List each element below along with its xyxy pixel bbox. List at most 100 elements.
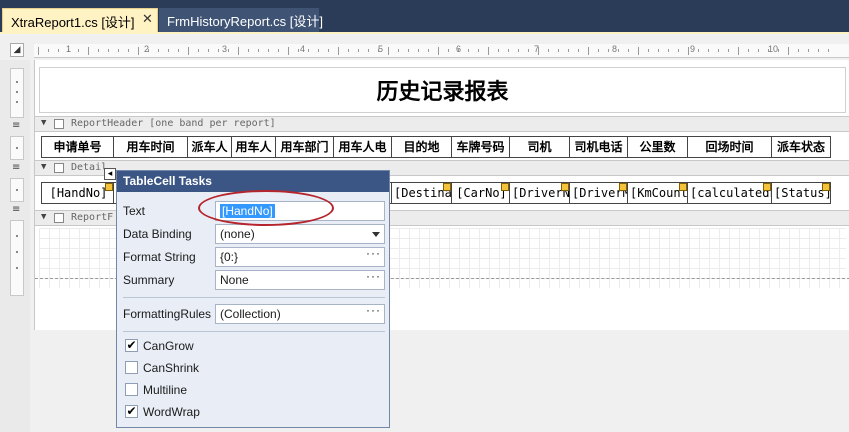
collapse-chevron-icon[interactable]: ▼ <box>41 212 46 222</box>
ruler-tick <box>708 49 709 52</box>
ruler-tick <box>508 49 509 52</box>
header-cell[interactable]: 目的地 <box>391 136 451 158</box>
smart-tag-icon[interactable] <box>763 183 771 191</box>
ruler-tick <box>208 49 209 52</box>
ruler-tick <box>518 49 519 52</box>
report-title-area[interactable]: 历史记录报表 <box>39 67 846 113</box>
ellipsis-icon[interactable]: ··· <box>366 271 381 283</box>
ruler-number: 7 <box>534 44 540 54</box>
collapse-chevron-icon[interactable]: ▼ <box>41 162 46 172</box>
ruler-tick <box>198 49 199 52</box>
detail-cell[interactable]: [CarNo] <box>451 182 509 204</box>
band-collapse-icon[interactable]: ≡ <box>12 163 22 173</box>
detail-cell[interactable]: [HandNo] <box>41 182 113 204</box>
detail-cell[interactable]: [Destina <box>391 182 451 204</box>
header-cell[interactable]: 回场时间 <box>687 136 771 158</box>
smart-tag-icon[interactable] <box>105 183 113 191</box>
header-cell[interactable]: 司机电话 <box>569 136 627 158</box>
ruler-tick <box>788 47 789 55</box>
header-cell[interactable]: 公里数 <box>627 136 687 158</box>
header-cell[interactable]: 用车时间 <box>113 136 187 158</box>
horizontal-ruler: 1 2 3 4 5 6 7 8 9 10 <box>34 44 849 58</box>
close-icon[interactable]: ✕ <box>142 11 153 27</box>
formatting-rules-label: FormattingRules <box>123 307 212 321</box>
detail-cell[interactable]: [calculatedF <box>687 182 771 204</box>
report-title[interactable]: 历史记录报表 <box>40 74 845 106</box>
formatting-rules-field[interactable]: (Collection) ··· <box>215 304 385 324</box>
checkbox-box[interactable] <box>125 383 138 396</box>
ruler-tick <box>418 49 419 52</box>
header-cell[interactable]: 用车人 <box>231 136 275 158</box>
ruler-tick <box>168 49 169 52</box>
summary-field[interactable]: None ··· <box>215 270 385 290</box>
ellipsis-icon[interactable]: ··· <box>366 248 381 260</box>
band-icon <box>54 119 64 129</box>
checkbox-label: CanGrow <box>143 339 194 353</box>
detail-cell[interactable]: [DriverM <box>569 182 627 204</box>
ruler-tick <box>38 47 39 55</box>
ruler-tick <box>448 49 449 52</box>
smart-tag-icon[interactable] <box>561 183 569 191</box>
data-binding-dropdown[interactable]: (none) <box>215 224 385 244</box>
band-collapse-icon[interactable]: ≡ <box>12 121 22 131</box>
vruler-title <box>10 68 24 118</box>
ruler-tick <box>138 47 139 55</box>
ruler-tick <box>308 49 309 52</box>
checkbox-box[interactable] <box>125 361 138 374</box>
ruler-tick <box>428 49 429 52</box>
detail-cell-text: [calculatedF <box>690 186 771 200</box>
header-cell[interactable]: 司机 <box>509 136 569 158</box>
ruler-tick <box>608 49 609 52</box>
smart-tag-icon[interactable] <box>679 183 687 191</box>
panel-separator <box>123 297 385 298</box>
ruler-tick <box>128 49 129 52</box>
ruler-corner-button[interactable]: ◢ <box>10 43 24 57</box>
document-tab-strip: XtraReport1.cs [设计] ✕ FrmHistoryReport.c… <box>0 0 849 34</box>
band-report-header[interactable]: ▼ ReportHeader [one band per report] <box>35 116 849 132</box>
header-cell[interactable]: 用车部门 <box>275 136 333 158</box>
ruler-number: 2 <box>144 44 150 54</box>
ruler-number: 9 <box>690 44 696 54</box>
tab-xtrareport1[interactable]: XtraReport1.cs [设计] ✕ <box>2 8 158 32</box>
ruler-tick <box>338 47 339 55</box>
header-cell[interactable]: 派车人 <box>187 136 231 158</box>
ruler-tick <box>408 49 409 52</box>
smart-tag-collapse-icon[interactable]: ◂ <box>104 168 116 180</box>
detail-cell[interactable]: [Status] <box>771 182 831 204</box>
detail-cell[interactable]: [DriverN <box>509 182 569 204</box>
vertical-ruler-gutter: ≡ ≡ ≡ <box>0 60 30 432</box>
smart-tag-icon[interactable] <box>619 183 627 191</box>
ruler-tick <box>498 49 499 52</box>
ruler-tick <box>78 49 79 52</box>
header-cell[interactable]: 申请单号 <box>41 136 113 158</box>
header-cell[interactable]: 派车状态 <box>771 136 831 158</box>
header-cell[interactable]: 用车人电 <box>333 136 391 158</box>
band-collapse-icon[interactable]: ≡ <box>12 205 22 215</box>
ruler-tick <box>178 49 179 52</box>
collapse-chevron-icon[interactable]: ▼ <box>41 118 46 128</box>
smart-tag-icon[interactable] <box>822 183 830 191</box>
smart-tag-icon[interactable] <box>501 183 509 191</box>
band-icon <box>54 213 64 223</box>
format-string-field[interactable]: {0:} ··· <box>215 247 385 267</box>
ruler-tick <box>258 49 259 52</box>
ellipsis-icon[interactable]: ··· <box>366 305 381 317</box>
detail-cell-text: [HandNo] <box>49 186 108 200</box>
ruler-tick <box>358 49 359 52</box>
ruler-number: 8 <box>612 44 618 54</box>
ruler-number: 6 <box>456 44 462 54</box>
detail-cell[interactable]: [KmCount <box>627 182 687 204</box>
ruler-tick <box>648 49 649 52</box>
ruler-tick <box>478 49 479 52</box>
dropdown-arrow-icon[interactable] <box>372 232 380 237</box>
smart-tag-icon[interactable] <box>443 183 451 191</box>
data-binding-value: (none) <box>220 227 255 241</box>
checkbox-box[interactable]: ✔ <box>125 339 138 352</box>
tab-frmhistoryreport[interactable]: FrmHistoryReport.cs [设计] <box>159 8 323 32</box>
summary-label: Summary <box>123 273 175 287</box>
ruler-tick <box>398 49 399 52</box>
checkbox-box[interactable]: ✔ <box>125 405 138 418</box>
header-cell[interactable]: 车牌号码 <box>451 136 509 158</box>
ruler-tick <box>368 49 369 52</box>
ruler-number: 5 <box>378 44 384 54</box>
